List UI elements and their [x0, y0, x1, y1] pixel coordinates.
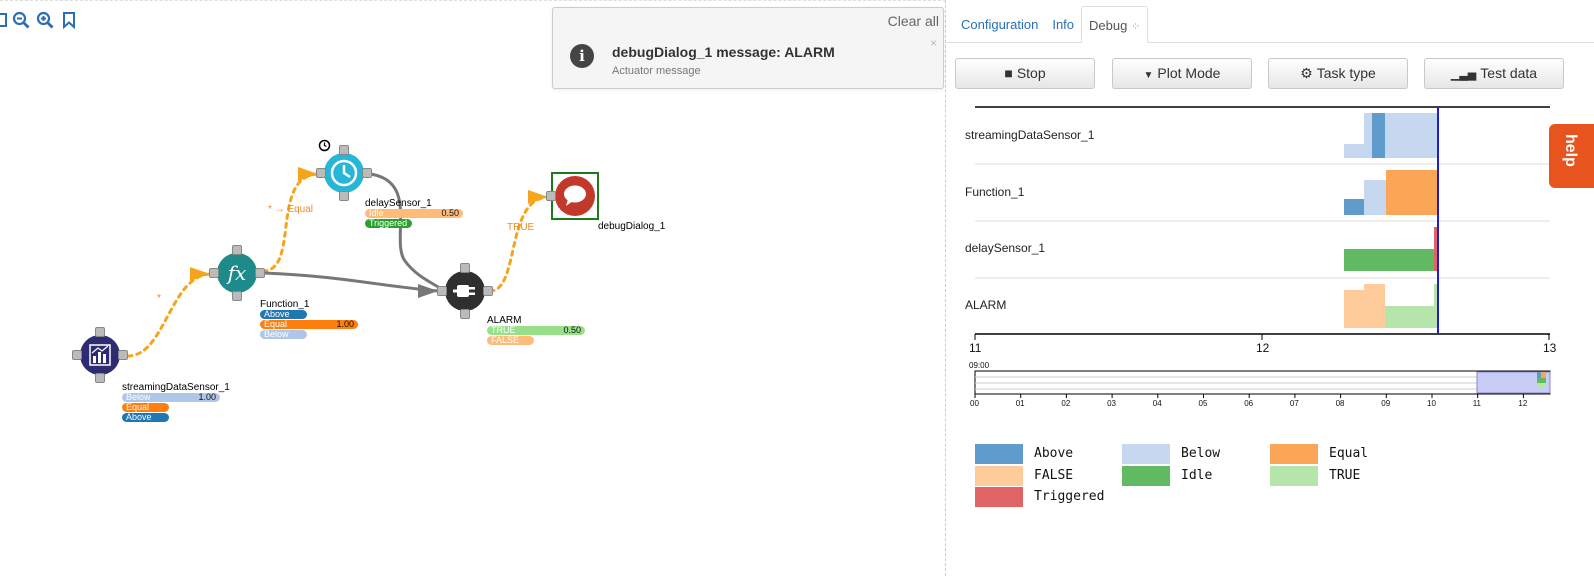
timeline-bar — [1364, 180, 1386, 215]
timeline-bar — [1372, 113, 1385, 158]
legend-label: Equal — [1329, 446, 1369, 461]
timeline-bar — [1344, 199, 1364, 215]
legend-label: TRUE — [1329, 468, 1361, 483]
x-tick-label: 11 — [969, 341, 982, 355]
timeline-bar — [1364, 284, 1385, 328]
debug-timeline-chart — [974, 106, 1551, 398]
mini-tick-label: 12 — [1518, 399, 1528, 408]
mini-tick-label: 09 — [1381, 399, 1391, 408]
timeline-bar — [1386, 170, 1438, 215]
timeline-bar — [1344, 144, 1364, 158]
legend-label: Below — [1181, 446, 1221, 461]
legend-swatch — [1122, 444, 1170, 464]
mini-tick-label: 04 — [1152, 399, 1162, 408]
timeline-bar — [1344, 249, 1434, 271]
mini-tick-label: 07 — [1289, 399, 1299, 408]
timeline-row-label: ALARM — [965, 298, 1007, 312]
help-tab[interactable]: help — [1549, 124, 1594, 188]
timeline-row-label: streamingDataSensor_1 — [965, 128, 1095, 142]
legend-label: Triggered — [1034, 489, 1105, 504]
timeline-bar — [1385, 306, 1434, 328]
mini-tick-label: 03 — [1107, 399, 1116, 408]
mini-tick-label: 05 — [1198, 399, 1208, 408]
mini-tick-label: 01 — [1015, 399, 1025, 408]
mini-tick-label: 00 — [970, 399, 979, 408]
mini-tick-label: 08 — [1335, 399, 1345, 408]
legend-swatch — [975, 444, 1023, 464]
timeline-bar — [1344, 290, 1364, 328]
legend-label: Idle — [1181, 468, 1213, 483]
mini-tick-label: 11 — [1472, 399, 1481, 408]
mini-tick-label: 06 — [1244, 399, 1254, 408]
legend-swatch — [975, 466, 1023, 486]
legend-swatch — [1122, 466, 1170, 486]
x-tick-label: 13 — [1543, 341, 1557, 355]
legend-label: Above — [1034, 446, 1074, 461]
timeline-bar — [1385, 113, 1438, 158]
legend-label: FALSE — [1034, 468, 1074, 483]
timeline-row-label: delaySensor_1 — [965, 241, 1046, 255]
legend-swatch — [1270, 444, 1318, 464]
mini-time-label: 09:00 — [969, 361, 990, 370]
help-label: help — [1562, 134, 1579, 167]
x-tick-label: 12 — [1256, 341, 1270, 355]
mini-tick-label: 10 — [1427, 399, 1436, 408]
mini-tick-label: 02 — [1061, 399, 1071, 408]
legend-swatch — [975, 487, 1023, 507]
timeline-row-label: Function_1 — [965, 185, 1025, 199]
legend-swatch — [1270, 466, 1318, 486]
